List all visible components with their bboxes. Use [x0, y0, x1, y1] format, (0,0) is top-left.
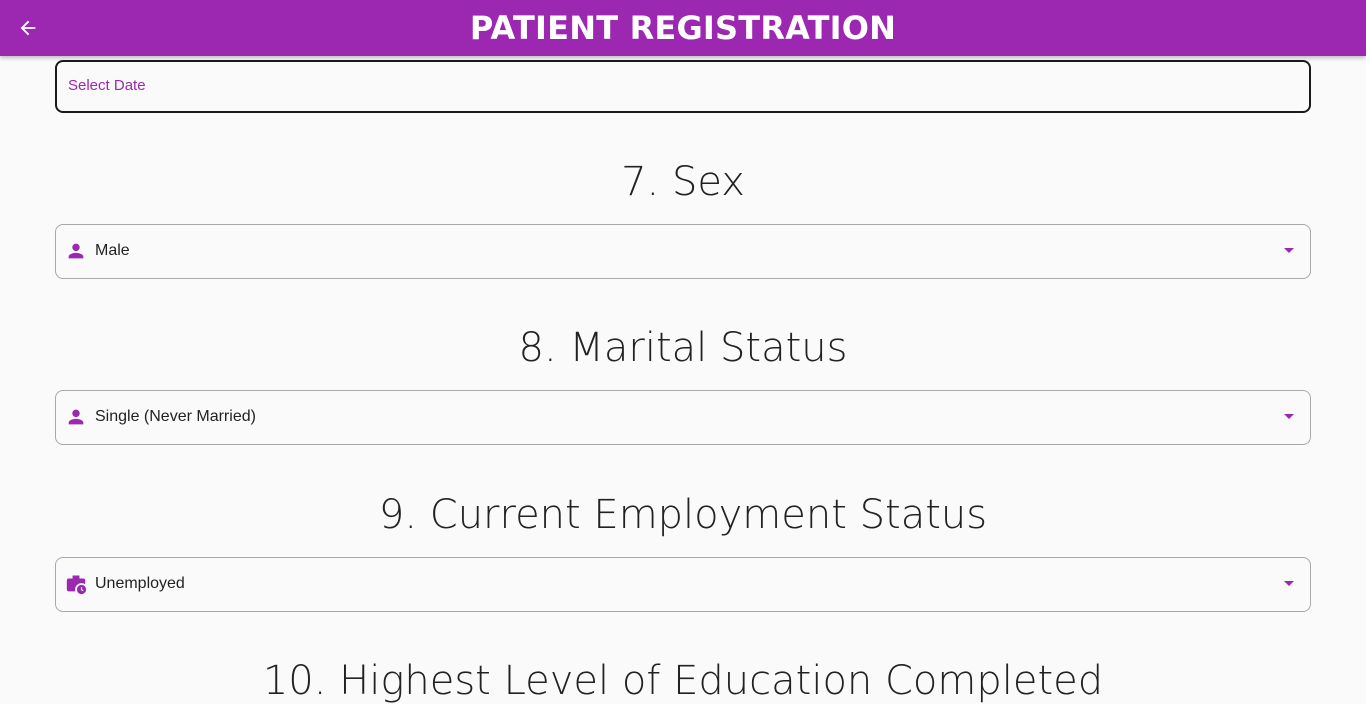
dropdown-arrow-icon — [1284, 581, 1294, 586]
education-section-title: 10. Highest Level of Education Completed — [262, 658, 1104, 704]
marital-status-dropdown[interactable]: Single (Never Married) — [55, 390, 1311, 445]
employment-status-selected-value: Unemployed — [95, 575, 185, 592]
person-icon — [68, 243, 84, 259]
dropdown-arrow-icon — [1284, 414, 1294, 419]
employment-status-section-title: 9. Current Employment Status — [378, 492, 988, 538]
sex-section-title: 7. Sex — [621, 159, 745, 205]
date-field-label: Select Date — [68, 77, 146, 94]
marital-status-selected-value: Single (Never Married) — [95, 408, 256, 425]
sex-selected-value: Male — [95, 242, 130, 259]
sex-dropdown[interactable]: Male — [55, 224, 1311, 279]
employment-status-dropdown[interactable]: Unemployed — [55, 557, 1311, 612]
date-picker-field[interactable]: Select Date — [55, 60, 1311, 113]
person-icon — [68, 409, 84, 425]
page-title: PATIENT REGISTRATION — [469, 9, 897, 47]
dropdown-arrow-icon — [1284, 248, 1294, 253]
work-history-icon — [66, 575, 87, 595]
arrow-back-icon — [20, 20, 36, 36]
marital-status-section-title: 8. Marital Status — [518, 325, 848, 371]
back-button[interactable] — [12, 12, 44, 44]
app-bar: PATIENT REGISTRATION — [0, 0, 1366, 56]
